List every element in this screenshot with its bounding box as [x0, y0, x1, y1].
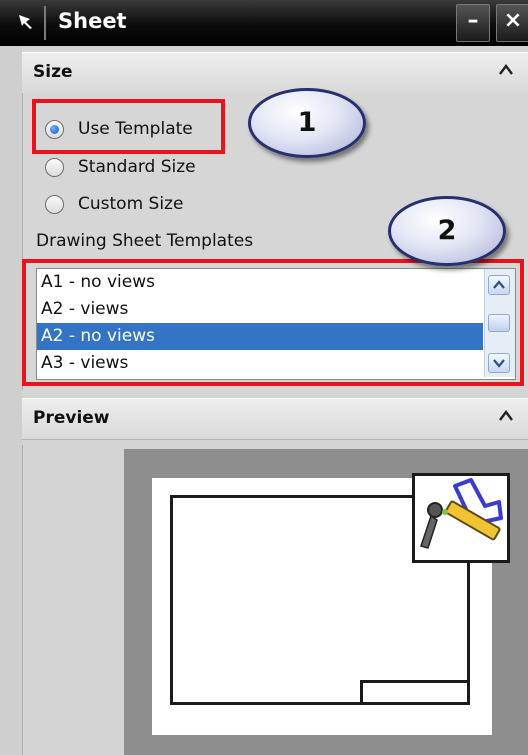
- left-margin: [0, 46, 22, 755]
- close-button[interactable]: ×: [496, 4, 528, 42]
- templates-label: Drawing Sheet Templates: [36, 231, 254, 251]
- window-titlebar: Sheet – ×: [0, 0, 528, 46]
- preview-group-title: Preview: [33, 408, 110, 428]
- window-title: Sheet: [58, 9, 127, 33]
- titlebar-separator: [44, 6, 46, 40]
- highlight-box-1: [32, 99, 225, 154]
- preview-title-block: [360, 680, 470, 705]
- size-group-header[interactable]: Size: [22, 52, 528, 94]
- radio-button[interactable]: [45, 194, 64, 214]
- chevron-up-icon[interactable]: [498, 408, 514, 424]
- callout-2: 2: [388, 196, 506, 266]
- pin-icon[interactable]: [16, 12, 36, 32]
- radio-custom-size[interactable]: Custom Size: [45, 190, 183, 218]
- radio-button[interactable]: [45, 157, 64, 177]
- radio-standard-size[interactable]: Standard Size: [45, 153, 196, 181]
- preview-group-header[interactable]: Preview: [22, 398, 528, 440]
- size-group-title: Size: [33, 62, 73, 82]
- drafting-tool-icon: [412, 473, 510, 563]
- callout-1: 1: [248, 88, 366, 158]
- radio-label: Custom Size: [78, 194, 184, 214]
- radio-label: Standard Size: [78, 157, 196, 177]
- minimize-button[interactable]: –: [456, 4, 490, 42]
- chevron-up-icon[interactable]: [498, 62, 514, 78]
- highlight-box-2: [22, 259, 524, 386]
